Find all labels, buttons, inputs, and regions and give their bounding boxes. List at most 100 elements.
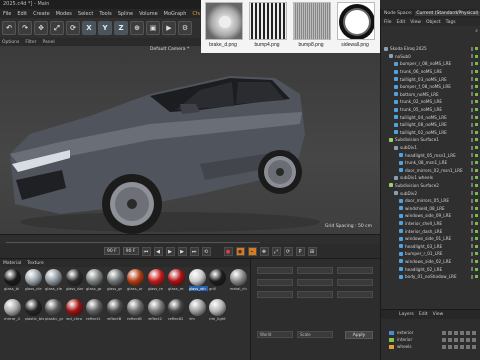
timeline[interactable]	[0, 234, 380, 244]
material-menu-texture[interactable]: Texture	[27, 261, 43, 266]
visibility-dots-icon[interactable]	[471, 122, 473, 127]
object-row[interactable]: Subdivision Surface1	[381, 136, 480, 144]
object-row[interactable]: windows_side_01_LRE	[381, 235, 480, 243]
visibility-dots-icon[interactable]	[471, 160, 473, 165]
menu-item-edit[interactable]: Edit	[17, 11, 27, 17]
material-swatch[interactable]: metal_ch	[229, 269, 248, 291]
visibility-dots-icon[interactable]	[471, 46, 473, 51]
enabled-check-icon[interactable]	[475, 54, 478, 58]
record-icon[interactable]: ●	[223, 246, 233, 256]
object-row[interactable]: bumper_r_01_LRE	[381, 250, 480, 258]
timeline-ruler[interactable]	[6, 238, 260, 243]
layer-flag-icon[interactable]	[460, 344, 464, 349]
visibility-dots-icon[interactable]	[471, 244, 473, 249]
object-row[interactable]: headlight_03_LRE	[381, 242, 480, 250]
om-menu-edit[interactable]: Edit	[397, 20, 406, 25]
layer-flag-icon[interactable]	[454, 344, 458, 349]
world-dropdown[interactable]: World	[257, 331, 293, 338]
material-swatch[interactable]: reflectD	[168, 299, 186, 321]
object-row[interactable]: noSub0	[381, 53, 480, 61]
autokey-icon[interactable]: ◉	[235, 246, 245, 256]
material-swatch[interactable]: glass_dar	[65, 269, 84, 291]
enabled-check-icon[interactable]	[475, 85, 478, 89]
x-axis-lock-button[interactable]: X	[82, 21, 96, 35]
object-row[interactable]: door_mirrors_05_LRE	[381, 197, 480, 205]
enabled-check-icon[interactable]	[475, 259, 478, 263]
visibility-dots-icon[interactable]	[471, 99, 473, 104]
object-row[interactable]: trunk_08_msn1_LRE	[381, 159, 480, 167]
material-swatch[interactable]: rim	[188, 299, 207, 321]
end-frame-field[interactable]: 90 F	[122, 247, 139, 255]
object-row[interactable]: trunk_06_noMS_LRE	[381, 68, 480, 76]
om-menu-view[interactable]: View	[410, 20, 421, 25]
enabled-check-icon[interactable]	[475, 199, 478, 203]
render-settings-icon[interactable]: ⚙	[178, 21, 192, 35]
layer-flags[interactable]	[442, 344, 480, 349]
visibility-dots-icon[interactable]	[471, 84, 473, 89]
object-row[interactable]: headlight_05_msn1_LRE	[381, 151, 480, 159]
layer-flag-icon[interactable]	[448, 337, 452, 342]
object-row[interactable]: subDiv1	[381, 144, 480, 152]
rotation-key-icon[interactable]: ⟳	[283, 246, 293, 256]
visibility-dots-icon[interactable]	[471, 213, 473, 218]
scale-key-icon[interactable]: ⤢	[271, 246, 281, 256]
enabled-check-icon[interactable]	[475, 62, 478, 66]
layer-row[interactable]: wheels	[381, 343, 480, 350]
rot-h-field[interactable]	[337, 267, 373, 274]
layer-color-swatch[interactable]	[389, 330, 394, 335]
enabled-check-icon[interactable]	[475, 252, 478, 256]
material-swatch[interactable]: grill	[209, 269, 227, 291]
material-swatch[interactable]: glass_or	[127, 269, 145, 291]
apply-button[interactable]: Apply	[345, 331, 373, 339]
layer-color-swatch[interactable]	[389, 344, 394, 349]
enabled-check-icon[interactable]	[475, 146, 478, 150]
om-menu-tags[interactable]: Tags	[446, 20, 456, 25]
layer-menu-view[interactable]: View	[433, 312, 444, 317]
object-row[interactable]: trunk_02_noMS_LRE	[381, 98, 480, 106]
visibility-dots-icon[interactable]	[471, 259, 473, 264]
search-icon[interactable]: ⌕	[475, 28, 478, 34]
layer-menu-edit[interactable]: Edit	[419, 312, 428, 317]
enabled-check-icon[interactable]	[475, 70, 478, 74]
object-row[interactable]: door_mirrors_02_msn1_LRE	[381, 167, 480, 175]
visibility-dots-icon[interactable]	[471, 107, 473, 112]
material-menu-material[interactable]: Material	[3, 261, 21, 266]
size-z-field[interactable]	[297, 291, 333, 298]
menu-item-mograph[interactable]: MoGraph	[164, 11, 187, 17]
object-row[interactable]: taillight_04_noMS_LRE	[381, 113, 480, 121]
start-frame-field[interactable]: 90 F	[104, 247, 120, 255]
enabled-check-icon[interactable]	[475, 168, 478, 172]
object-row[interactable]: bumper_r_08_noMS_LRE	[381, 60, 480, 68]
material-swatch[interactable]: plastic_ble	[24, 299, 44, 321]
layer-flag-icon[interactable]	[472, 344, 476, 349]
layer-flag-icon[interactable]	[448, 330, 452, 335]
rot-b-field[interactable]	[337, 291, 373, 298]
object-row[interactable]: interior_shell_LRE	[381, 220, 480, 228]
object-row[interactable]: bottom_noMS_LRE	[381, 91, 480, 99]
enabled-check-icon[interactable]	[475, 161, 478, 165]
enabled-check-icon[interactable]	[475, 123, 478, 127]
enabled-check-icon[interactable]	[475, 237, 478, 241]
enabled-check-icon[interactable]	[475, 153, 478, 157]
object-row[interactable]: body_01_noShadow_LRE	[381, 273, 480, 281]
layer-color-swatch[interactable]	[389, 337, 394, 342]
enabled-check-icon[interactable]	[475, 214, 478, 218]
visibility-dots-icon[interactable]	[471, 191, 473, 196]
object-row[interactable]: windows_side_09_LRE	[381, 212, 480, 220]
size-y-field[interactable]	[297, 279, 333, 286]
material-swatch[interactable]: reflectB	[127, 299, 145, 321]
om-menu-object[interactable]: Object	[426, 20, 441, 25]
enabled-check-icon[interactable]	[475, 191, 478, 195]
tab-current-space[interactable]: Current (Standard/Physical)	[415, 11, 480, 16]
grid-icon[interactable]: ⊞	[307, 246, 317, 256]
material-swatch[interactable]: glass_cle	[45, 269, 63, 291]
next-key-icon[interactable]: ▶	[177, 246, 187, 256]
visibility-dots-icon[interactable]	[471, 168, 473, 173]
visibility-dots-icon[interactable]	[471, 54, 473, 59]
material-swatch[interactable]: reflect2	[147, 299, 166, 321]
z-axis-lock-button[interactable]: Z	[114, 21, 128, 35]
parameter-key-icon[interactable]: P	[295, 246, 305, 256]
object-row[interactable]: interior_dash_LRE	[381, 227, 480, 235]
render-view-icon[interactable]: ▣	[146, 21, 160, 35]
keyframe-selection-icon[interactable]: ⌁	[247, 246, 257, 256]
